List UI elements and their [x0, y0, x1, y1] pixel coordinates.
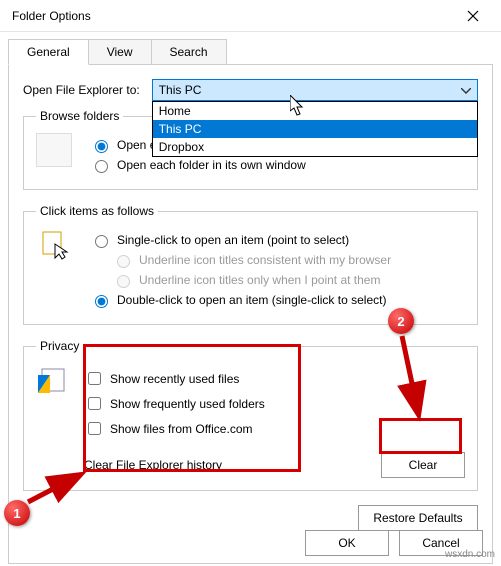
- open-in-combo[interactable]: This PC Home This PC Dropbox: [152, 79, 478, 101]
- privacy-group: Privacy Show recently used files Show fr…: [23, 339, 478, 491]
- privacy-legend: Privacy: [36, 339, 83, 353]
- privacy-icon: [36, 367, 70, 397]
- check-show-office[interactable]: Show files from Office.com: [84, 419, 465, 438]
- check-show-freq[interactable]: Show frequently used folders: [84, 394, 465, 413]
- combo-item-thispc[interactable]: This PC: [153, 120, 477, 138]
- folder-icon: [36, 133, 72, 167]
- tab-search[interactable]: Search: [151, 39, 227, 65]
- radio-double-click[interactable]: Double-click to open an item (single-cli…: [90, 292, 465, 308]
- radio-open-own[interactable]: Open each folder in its own window: [90, 157, 465, 173]
- click-legend: Click items as follows: [36, 204, 158, 218]
- general-panel: Open File Explorer to: This PC Home This…: [8, 64, 493, 564]
- click-items-group: Click items as follows Single-click to o…: [23, 204, 478, 325]
- clear-history-label: Clear File Explorer history: [84, 458, 222, 472]
- watermark: wsxdn.com: [445, 549, 495, 560]
- clear-button[interactable]: Clear: [381, 452, 465, 478]
- open-in-label: Open File Explorer to:: [23, 83, 140, 97]
- tab-general[interactable]: General: [8, 39, 89, 65]
- titlebar: Folder Options: [0, 0, 501, 32]
- check-show-recent[interactable]: Show recently used files: [84, 369, 465, 388]
- restore-defaults-button[interactable]: Restore Defaults: [358, 505, 478, 531]
- close-button[interactable]: [453, 2, 493, 30]
- combo-item-home[interactable]: Home: [153, 102, 477, 120]
- radio-underline-browser: Underline icon titles consistent with my…: [112, 252, 465, 268]
- pointer-icon: [36, 228, 72, 262]
- window-title: Folder Options: [12, 9, 91, 23]
- ok-button[interactable]: OK: [305, 530, 389, 556]
- tab-view[interactable]: View: [88, 39, 152, 65]
- combo-item-dropbox[interactable]: Dropbox: [153, 138, 477, 156]
- chevron-down-icon: [461, 83, 471, 97]
- tab-strip: General View Search: [8, 38, 493, 64]
- open-in-value: This PC: [159, 83, 202, 97]
- browse-legend: Browse folders: [36, 109, 123, 123]
- open-in-dropdown: Home This PC Dropbox: [152, 101, 478, 157]
- radio-underline-point: Underline icon titles only when I point …: [112, 272, 465, 288]
- radio-single-click[interactable]: Single-click to open an item (point to s…: [90, 232, 465, 248]
